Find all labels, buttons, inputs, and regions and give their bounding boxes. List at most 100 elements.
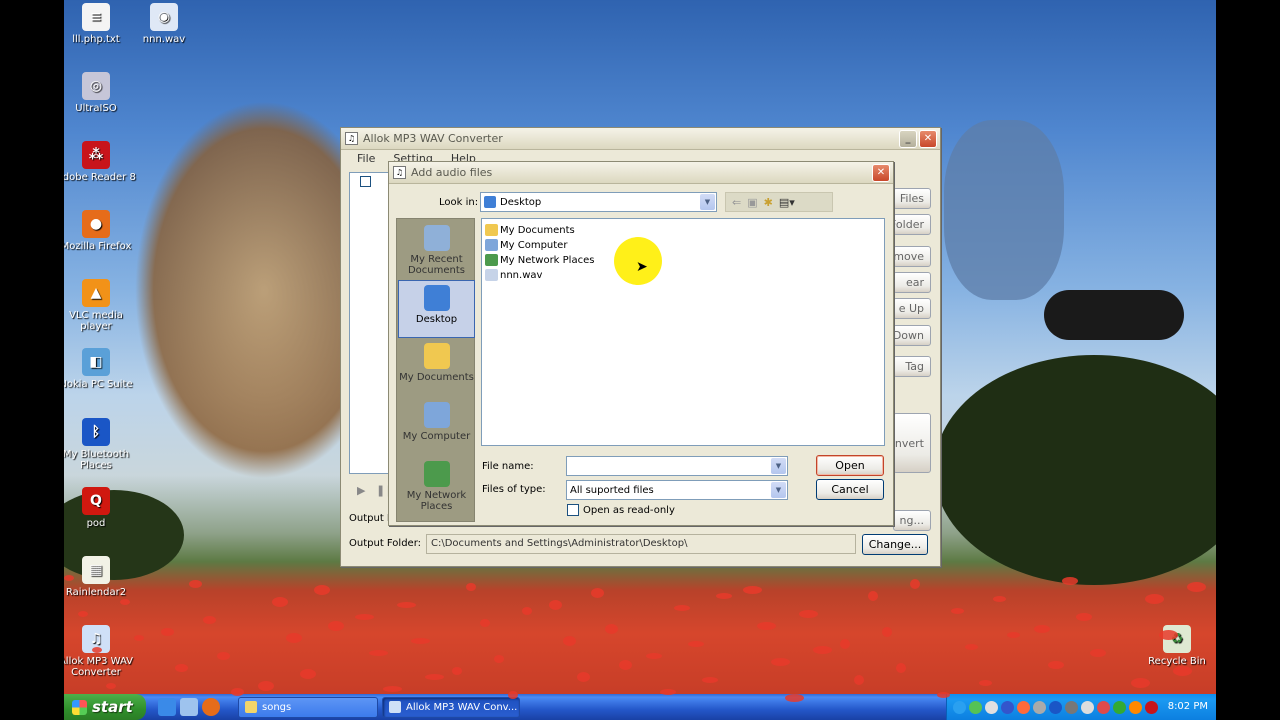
change-folder-button[interactable]: Change...	[862, 534, 928, 555]
tray-icon-0[interactable]	[953, 700, 966, 714]
side-button-1[interactable]: Folder	[890, 214, 931, 235]
poppy-flower	[161, 628, 174, 636]
qpod-icon[interactable]: Qpod	[64, 487, 136, 529]
poppy-flower	[840, 639, 850, 649]
nokia-pc-suite-icon[interactable]: ◧ Nokia PC Suite	[64, 348, 136, 390]
poppy-flower	[314, 585, 330, 595]
menu-file[interactable]: File	[357, 152, 375, 165]
poppy-flower	[355, 614, 374, 620]
tray-icon-10[interactable]	[1113, 700, 1126, 714]
tray-icon-8[interactable]	[1081, 700, 1094, 714]
vlc-icon[interactable]: ▲ VLC media player	[64, 279, 136, 332]
side-button-0[interactable]: Files	[893, 188, 931, 209]
tray-icon-4[interactable]	[1017, 700, 1030, 714]
poppy-flower	[452, 667, 462, 675]
poppy-flower	[688, 641, 704, 647]
person-legs	[944, 120, 1064, 300]
ultraiso-icon[interactable]: ◎ UltraISO	[64, 72, 136, 114]
adobe-reader-icon[interactable]: ⁂ Adobe Reader 8	[64, 141, 136, 183]
side-button-5[interactable]: Down	[893, 325, 931, 346]
view-menu-icon[interactable]: ▤▾	[779, 196, 795, 209]
chevron-down-icon[interactable]: ▼	[771, 482, 786, 498]
file-item-icon	[485, 254, 498, 266]
side-button-4[interactable]: e Up	[893, 298, 931, 319]
poppy-flower	[743, 586, 762, 594]
up-folder-icon[interactable]: ▣	[747, 196, 757, 209]
file-name-input[interactable]: ▼	[566, 456, 788, 476]
chevron-down-icon[interactable]: ▼	[700, 194, 715, 210]
poppy-flower	[92, 647, 102, 653]
media-quicklaunch-icon[interactable]	[180, 698, 198, 716]
poppy-flower	[203, 616, 216, 624]
output-folder-field[interactable]: C:\Documents and Settings\Administrator\…	[426, 534, 856, 554]
file-list-item[interactable]: My Network Places	[485, 253, 594, 267]
main-titlebar[interactable]: ♫ Allok MP3 WAV Converter _ ✕	[341, 128, 940, 150]
poppy-flower	[757, 622, 776, 630]
add-audio-files-dialog[interactable]: ♫ Add audio files ✕ Look in: Desktop ▼ ⇐…	[388, 161, 894, 526]
file-list-item[interactable]: My Documents	[485, 223, 575, 237]
open-button[interactable]: Open	[816, 455, 884, 476]
dialog-close-button[interactable]: ✕	[872, 163, 890, 182]
select-all-checkbox[interactable]	[360, 176, 371, 187]
place-my-documents[interactable]: My Documents	[398, 339, 475, 397]
tray-icon-3[interactable]	[1001, 700, 1014, 714]
nnn-wav-icon[interactable]: ◉ nnn.wav	[124, 3, 204, 45]
side-button-3[interactable]: ear	[893, 272, 931, 293]
cancel-button[interactable]: Cancel	[816, 479, 884, 500]
start-button[interactable]: start	[64, 694, 146, 720]
task-songs[interactable]: songs	[238, 696, 378, 718]
files-of-type-select[interactable]: All suported files ▼	[566, 480, 788, 500]
main-close-button[interactable]: ✕	[919, 129, 937, 148]
mouse-pointer-icon: ➤	[636, 259, 648, 275]
recycle-bin-icon[interactable]: ♻ Recycle Bin	[1137, 625, 1216, 667]
tray-icon-5[interactable]	[1033, 700, 1046, 714]
side-button-8[interactable]: ng...	[893, 510, 931, 531]
rainlendar-icon[interactable]: ▦ Rainlendar2	[64, 556, 136, 598]
place-my-computer[interactable]: My Computer	[398, 398, 475, 456]
tray-icon-1[interactable]	[969, 700, 982, 714]
file-list-item[interactable]: My Computer	[485, 238, 567, 252]
poppy-flower	[979, 680, 992, 686]
new-folder-icon[interactable]: ✱	[764, 196, 773, 209]
firefox-icon[interactable]: ● Mozilla Firefox	[64, 210, 136, 252]
place-my-recent-documents[interactable]: My Recent Documents	[398, 221, 475, 279]
poppy-flower	[106, 683, 116, 689]
tray-icon-2[interactable]	[985, 700, 998, 714]
poppy-flower	[425, 674, 444, 680]
place-desktop[interactable]: Desktop	[398, 280, 475, 338]
place-my-network-places[interactable]: My Network Places	[398, 457, 475, 515]
file-list-item[interactable]: nnn.wav	[485, 268, 542, 282]
poppy-flower	[397, 602, 416, 608]
file-browser-list[interactable]: My Documents My Computer My Network Places…	[481, 218, 885, 446]
nnn-wav-glyph-icon: ◉	[150, 3, 178, 31]
poppy-flower	[1159, 630, 1178, 640]
bluetooth-icon[interactable]: ᛒ My Bluetooth Places	[64, 418, 136, 471]
task-allok[interactable]: Allok MP3 WAV Conv...	[382, 696, 520, 718]
clock[interactable]: 8:02 PM	[1168, 694, 1208, 720]
firefox-quicklaunch-icon[interactable]	[202, 698, 220, 716]
poppy-flower	[189, 580, 202, 588]
side-button-6[interactable]: Tag	[893, 356, 931, 377]
poppy-flower	[286, 633, 302, 643]
tray-icon-7[interactable]	[1065, 700, 1078, 714]
poppy-flower	[1173, 666, 1192, 676]
minimize-button[interactable]: _	[899, 129, 917, 148]
side-button-7[interactable]: nvert	[893, 413, 931, 473]
tray-icon-9[interactable]	[1097, 700, 1110, 714]
poppy-flower	[272, 597, 288, 607]
read-only-checkbox[interactable]	[567, 504, 579, 516]
tray-icon-12[interactable]	[1145, 700, 1158, 714]
poppy-flower	[882, 627, 892, 637]
tray-icon-11[interactable]	[1129, 700, 1142, 714]
tray-icon-6[interactable]	[1049, 700, 1062, 714]
poppy-flower	[522, 607, 532, 615]
poppy-flower	[577, 672, 590, 682]
poppy-flower	[813, 646, 832, 654]
chevron-down-icon[interactable]: ▼	[771, 458, 786, 474]
side-button-2[interactable]: move	[893, 246, 931, 267]
back-icon[interactable]: ⇐	[732, 196, 741, 209]
ie-quicklaunch-icon[interactable]	[158, 698, 176, 716]
dialog-titlebar[interactable]: ♫ Add audio files ✕	[389, 162, 893, 184]
poppy-flower	[799, 610, 818, 618]
look-in-combo[interactable]: Desktop ▼	[480, 192, 717, 212]
